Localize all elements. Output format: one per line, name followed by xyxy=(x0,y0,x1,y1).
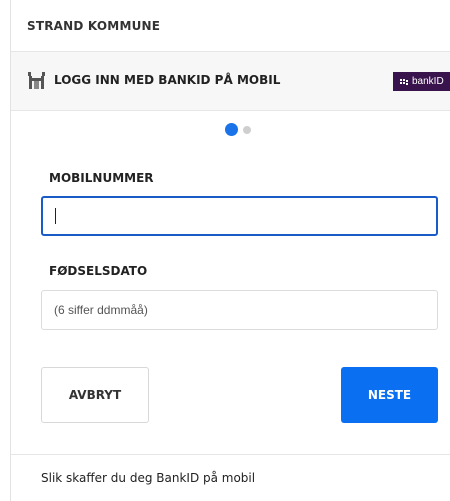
next-button[interactable]: NESTE xyxy=(341,367,438,423)
footer: Slik skaffer du deg BankID på mobil xyxy=(11,454,450,501)
login-method-header: LOGG INN MED BANKID PÅ MOBIL bankID xyxy=(11,52,450,111)
birthdate-input[interactable]: (6 siffer ddmmåå) xyxy=(41,290,438,330)
step-dot-active xyxy=(225,123,238,136)
text-caret xyxy=(55,208,56,224)
step-indicator xyxy=(225,123,251,136)
login-panel: STRAND KOMMUNE LOGG INN MED BANKID PÅ MO… xyxy=(10,0,450,501)
bankid-dots-icon xyxy=(400,78,409,85)
cancel-button[interactable]: AVBRYT xyxy=(41,367,149,423)
birthdate-label: FØDSELSDATO xyxy=(49,264,148,278)
organization-header: STRAND KOMMUNE xyxy=(11,0,450,52)
login-method-title: LOGG INN MED BANKID PÅ MOBIL xyxy=(54,73,281,87)
castle-icon xyxy=(27,72,46,89)
bankid-help-link[interactable]: Slik skaffer du deg BankID på mobil xyxy=(41,471,255,485)
step-dot-inactive xyxy=(243,125,251,134)
bankid-logo: bankID xyxy=(393,72,450,91)
organization-name: STRAND KOMMUNE xyxy=(27,18,161,33)
phone-label: MOBILNUMMER xyxy=(49,171,154,185)
phone-input[interactable] xyxy=(41,196,438,236)
birthdate-placeholder: (6 siffer ddmmåå) xyxy=(54,303,148,317)
bankid-logo-text: bankID xyxy=(412,76,444,87)
